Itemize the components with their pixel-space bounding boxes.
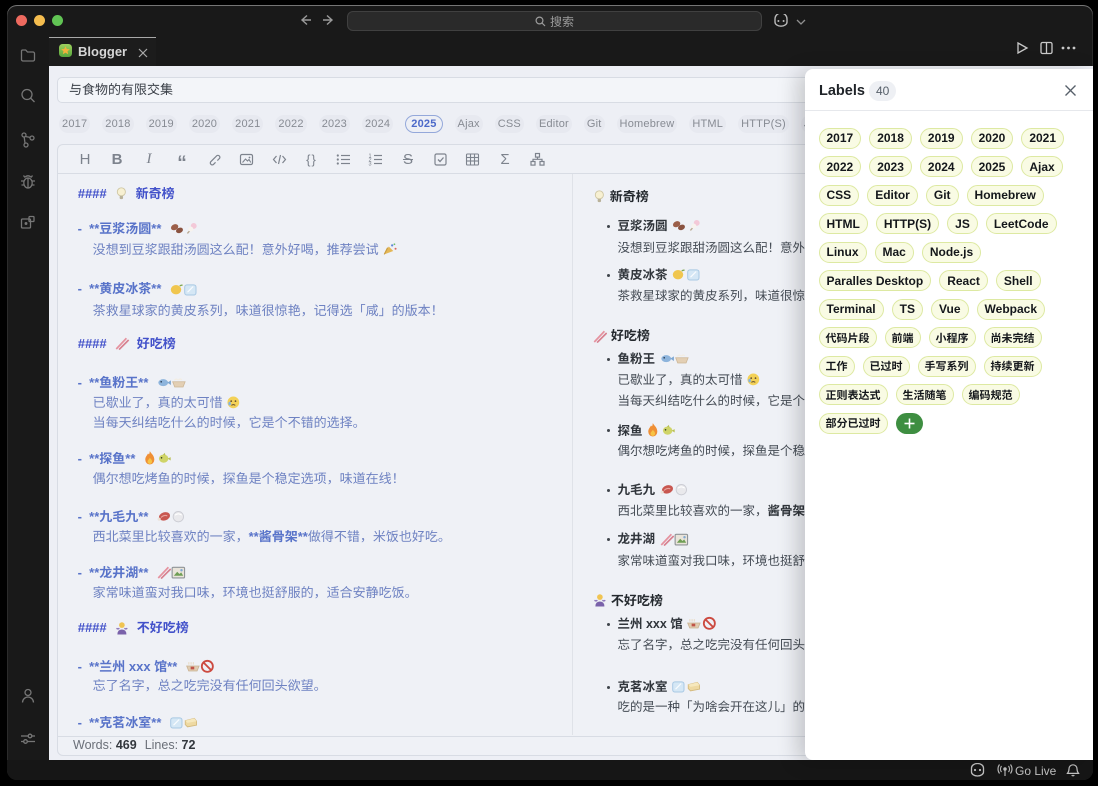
svg-text:3: 3 — [368, 162, 371, 168]
